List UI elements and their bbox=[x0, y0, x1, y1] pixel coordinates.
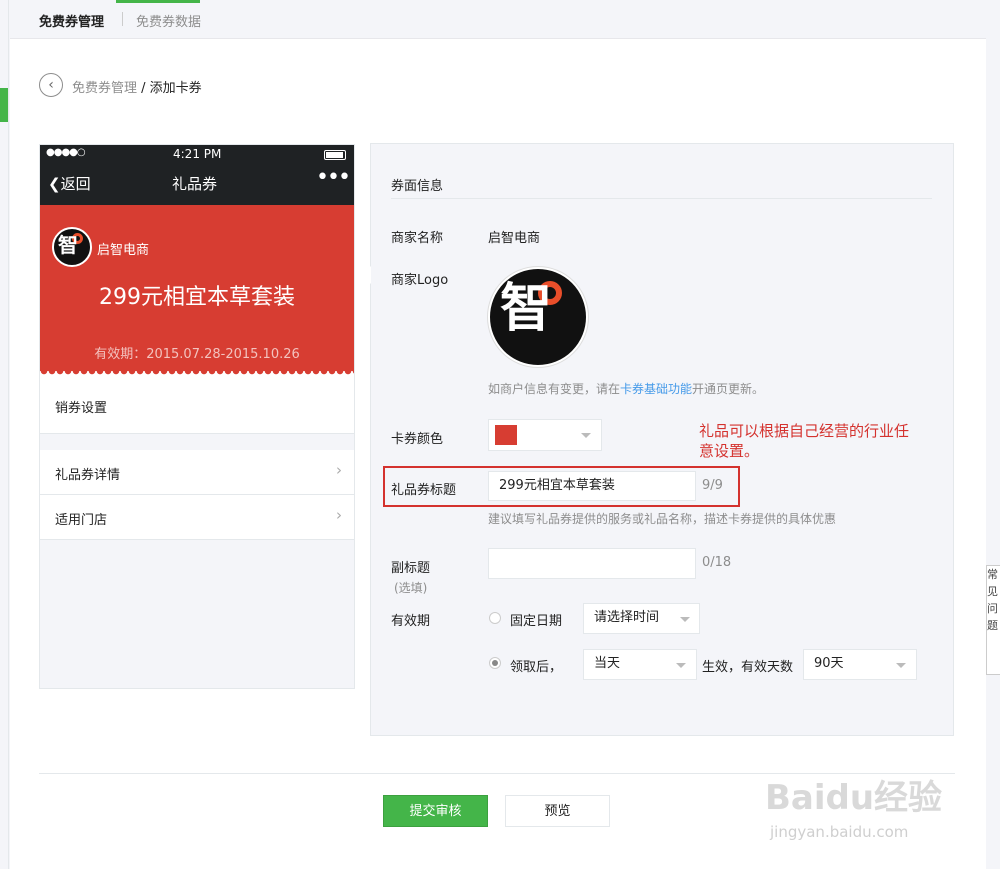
phone-back-button: ❮返回 bbox=[48, 173, 91, 194]
preview-button[interactable]: 预览 bbox=[505, 795, 610, 827]
effective-day-select[interactable]: 当天 bbox=[583, 649, 697, 680]
coupon-title-input[interactable]: 299元相宜本草套装 bbox=[488, 471, 696, 501]
title-hint: 建议填写礼品券提供的服务或礼品名称，描述卡券提供的具体优惠 bbox=[488, 512, 837, 526]
merchant-name-value: 启智电商 bbox=[488, 231, 541, 246]
watermark-url: jingyan.baidu.com bbox=[770, 823, 909, 841]
section-divider bbox=[391, 198, 932, 199]
breadcrumb-current: 添加卡券 bbox=[149, 81, 202, 96]
chevron-down-icon bbox=[896, 663, 906, 668]
merchant-logo: 智 bbox=[52, 227, 92, 267]
left-divider bbox=[8, 0, 9, 869]
breadcrumb: 免费券管理 / 添加卡券 bbox=[72, 77, 202, 96]
fixed-date-value: 请选择时间 bbox=[594, 610, 660, 625]
tab-coupon-management[interactable]: 免费券管理 bbox=[39, 11, 104, 30]
subtitle-label: 副标题 bbox=[391, 561, 431, 576]
fixed-date-select[interactable]: 请选择时间 bbox=[583, 603, 700, 634]
card-color-select[interactable] bbox=[488, 419, 602, 451]
coupon-form-panel: 券面信息 商家名称 启智电商 商家Logo 智 如商户信息有变更，请在卡券基础功… bbox=[362, 143, 954, 736]
valid-days-value: 90天 bbox=[814, 656, 844, 671]
merchant-logo-large: 智 bbox=[488, 267, 588, 367]
sidebar-active-marker bbox=[0, 88, 8, 122]
panel-pointer bbox=[362, 266, 371, 284]
phone-back-label: 返回 bbox=[60, 175, 91, 193]
card-color-label: 卡券颜色 bbox=[391, 432, 444, 447]
list-item: 礼品券详情 › bbox=[40, 450, 354, 495]
phone-preview: ●●●●○ 4:21 PM ❮返回 礼品券 ••• 智 启智电商 299元相宜本… bbox=[39, 144, 355, 689]
tab-separator bbox=[122, 12, 123, 26]
card-validity: 有效期：2015.07.28-2015.10.26 bbox=[94, 347, 300, 362]
subtitle-optional: (选填) bbox=[394, 581, 428, 595]
back-button[interactable]: ‹ bbox=[39, 73, 63, 97]
card-perforation bbox=[40, 371, 354, 379]
breadcrumb-separator: / bbox=[137, 81, 150, 96]
logo-hint: 如商户信息有变更，请在卡券基础功能开通页更新。 bbox=[488, 380, 764, 397]
active-tab-indicator bbox=[116, 0, 200, 3]
more-icon: ••• bbox=[316, 165, 351, 190]
chevron-left-icon: ❮ bbox=[48, 175, 61, 193]
battery-icon bbox=[324, 150, 346, 160]
section-title: 券面信息 bbox=[391, 179, 444, 194]
phone-title: 礼品券 bbox=[172, 175, 218, 193]
fixed-date-label: 固定日期 bbox=[510, 614, 563, 629]
coupon-card: 智 启智电商 299元相宜本草套装 有效期：2015.07.28-2015.10… bbox=[40, 205, 354, 373]
card-merchant-name: 启智电商 bbox=[97, 243, 150, 258]
annotation-note: 礼品可以根据自己经营的行业任意设置。 bbox=[699, 422, 910, 460]
after-receive-label: 领取后， bbox=[510, 660, 563, 675]
chevron-down-icon bbox=[581, 433, 591, 438]
logo-hint-prefix: 如商户信息有变更，请在 bbox=[488, 382, 621, 396]
side-help-popup[interactable]: 常见问题 bbox=[986, 565, 1000, 675]
logo-hint-suffix: 开通页更新。 bbox=[692, 382, 765, 396]
card-title: 299元相宜本草套装 bbox=[99, 285, 295, 310]
basic-feature-link[interactable]: 卡券基础功能 bbox=[620, 382, 692, 396]
chevron-down-icon bbox=[680, 617, 690, 622]
effective-day-value: 当天 bbox=[594, 656, 621, 671]
subtitle-counter: 0/18 bbox=[702, 555, 732, 570]
valid-days-select[interactable]: 90天 bbox=[803, 649, 917, 680]
row-label: 礼品券详情 bbox=[55, 468, 121, 483]
fixed-date-radio[interactable] bbox=[489, 612, 501, 624]
effective-label: 生效，有效天数 bbox=[702, 660, 794, 675]
breadcrumb-parent[interactable]: 免费券管理 bbox=[72, 81, 137, 96]
chevron-left-icon: ‹ bbox=[48, 77, 54, 93]
tab-coupon-data[interactable]: 免费券数据 bbox=[136, 11, 201, 30]
merchant-logo-label: 商家Logo bbox=[391, 273, 449, 288]
logo-glyph: 智 bbox=[58, 233, 78, 257]
watermark-brand: Baidu经验 bbox=[765, 778, 943, 818]
row-label: 销券设置 bbox=[55, 401, 108, 416]
list-item: 适用门店 › bbox=[40, 495, 354, 540]
chevron-right-icon: › bbox=[336, 461, 342, 479]
validity-label: 有效期 bbox=[391, 614, 431, 629]
color-swatch bbox=[495, 425, 517, 445]
title-counter: 9/9 bbox=[702, 478, 723, 493]
row-label: 适用门店 bbox=[55, 513, 108, 528]
chevron-right-icon: › bbox=[336, 506, 342, 524]
status-time: 4:21 PM bbox=[173, 147, 222, 161]
merchant-name-label: 商家名称 bbox=[391, 231, 444, 246]
signal-icon: ●●●●○ bbox=[46, 147, 86, 158]
chevron-down-icon bbox=[676, 663, 686, 668]
after-receive-radio[interactable] bbox=[489, 657, 501, 669]
phone-nav-bar: ❮返回 礼品券 ••• bbox=[40, 163, 354, 205]
list-item: 销券设置 bbox=[40, 379, 354, 434]
phone-status-bar: ●●●●○ 4:21 PM bbox=[40, 145, 354, 163]
title-label: 礼品券标题 bbox=[391, 483, 457, 498]
logo-glyph: 智 bbox=[500, 279, 553, 339]
subtitle-input[interactable] bbox=[488, 548, 696, 579]
submit-review-button[interactable]: 提交审核 bbox=[383, 795, 488, 827]
